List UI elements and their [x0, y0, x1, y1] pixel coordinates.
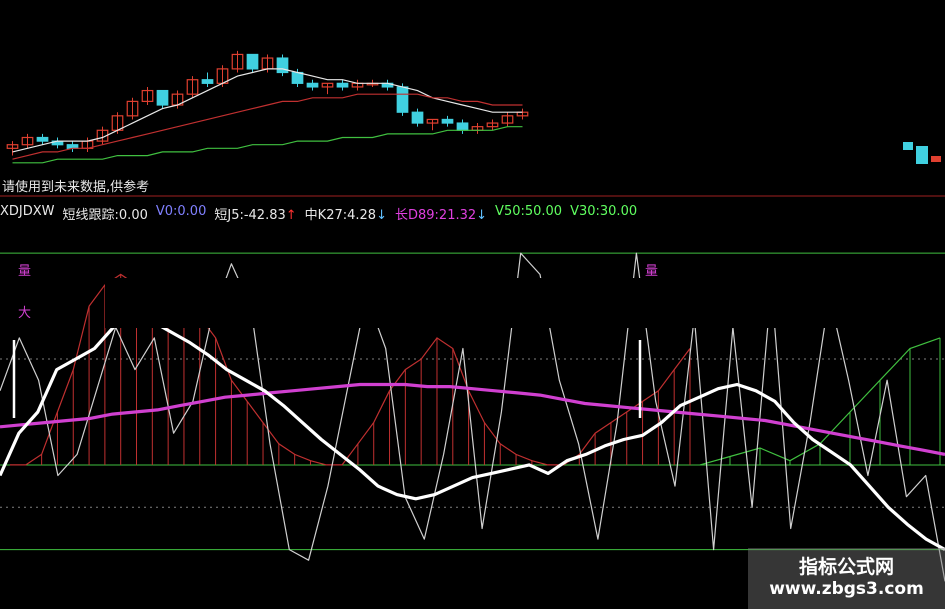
dark-overlay-top-right	[535, 0, 945, 140]
future-data-note: 请使用到未来数据,供参考	[2, 180, 150, 195]
candle-body	[916, 146, 928, 164]
candle-body	[246, 53, 259, 70]
down-arrow-icon: ↓	[376, 208, 387, 223]
stock-chart-screen: 请使用到未来数据,供参考 XDJDXW 短线跟踪:0.00 V0:0.00 短J…	[0, 0, 945, 609]
watermark: 指标公式网 www.zbgs3.com	[748, 548, 945, 609]
candle-body	[336, 82, 349, 88]
moving-average-line	[12, 126, 523, 164]
moving-average-line	[12, 93, 523, 160]
readout-item-2: 短J5:-42.83↑	[214, 208, 297, 223]
candle-body	[306, 82, 319, 88]
candle-body	[291, 71, 304, 84]
candle-body	[441, 118, 454, 124]
readout-item-6: V30:30.00	[570, 204, 638, 219]
indicator-name: XDJDXW	[0, 204, 55, 219]
dark-overlay-middle	[105, 278, 840, 328]
candle-body	[931, 156, 941, 162]
marker-left-b: 大	[18, 306, 32, 321]
readout-item-4: 长D89:21.32↓	[394, 208, 488, 223]
readout-item-3: 中K27:4.28↓	[304, 208, 387, 223]
candle-body	[411, 111, 424, 124]
candle-body	[156, 89, 169, 106]
up-arrow-icon: ↑	[285, 208, 297, 223]
marker-right-a: 量	[645, 264, 659, 279]
readout-item-5: V50:50.00	[495, 204, 563, 219]
marker-left-a: 量	[18, 264, 32, 279]
indicator-readout: XDJDXW 短线跟踪:0.00 V0:0.00 短J5:-42.83↑ 中K2…	[0, 204, 637, 223]
indicator-line	[0, 310, 945, 551]
candle-body	[201, 79, 214, 84]
candle-body	[903, 142, 913, 150]
candle-body	[456, 122, 469, 131]
watermark-url: www.zbgs3.com	[769, 579, 924, 599]
readout-item-1: V0:0.00	[155, 204, 207, 219]
candle-body	[396, 86, 409, 113]
watermark-title: 指标公式网	[798, 556, 894, 578]
readout-item-0: 短线跟踪:0.00	[62, 208, 148, 223]
down-arrow-icon: ↓	[476, 208, 488, 223]
moving-average-line	[12, 68, 523, 153]
candle-body	[36, 136, 49, 142]
